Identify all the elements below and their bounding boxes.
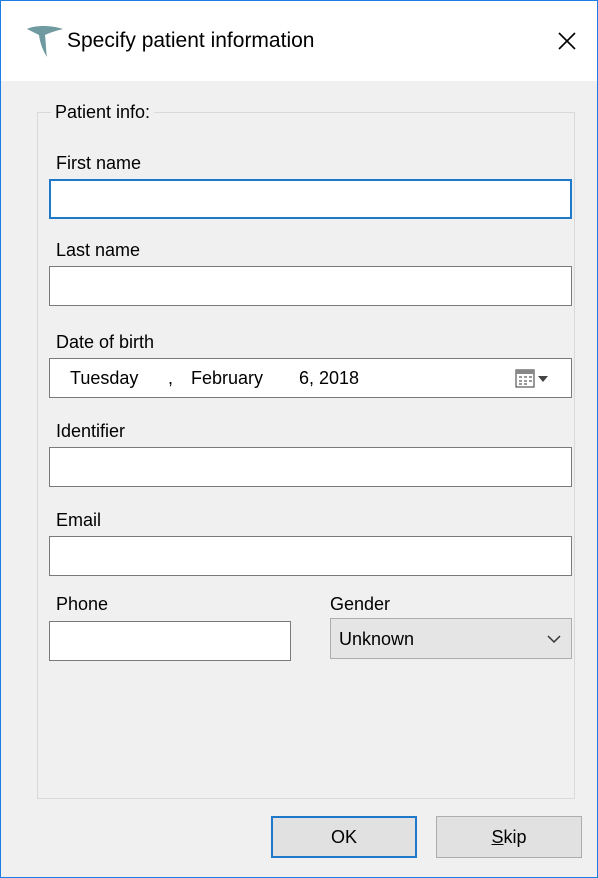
- last-name-input[interactable]: [49, 266, 572, 306]
- calendar-dropdown-icon[interactable]: [514, 367, 554, 391]
- skip-button-label: kip: [503, 826, 527, 847]
- skip-button[interactable]: Skip: [436, 816, 582, 858]
- dob-day-year[interactable]: 6, 2018: [299, 368, 359, 389]
- gender-select[interactable]: Unknown: [330, 618, 572, 659]
- email-input[interactable]: [49, 536, 572, 576]
- dob-separator: ,: [168, 368, 174, 388]
- phone-input[interactable]: [49, 621, 291, 661]
- close-icon: [558, 32, 576, 50]
- first-name-input[interactable]: [49, 179, 572, 219]
- skip-accelerator-letter: S: [491, 826, 504, 847]
- dialog-window: Specify patient information Patient info…: [0, 0, 598, 878]
- dob-month[interactable]: February: [191, 368, 263, 389]
- patient-info-label: Patient info:: [51, 102, 155, 123]
- last-name-label: Last name: [56, 240, 141, 260]
- first-name-label: First name: [56, 153, 142, 173]
- phone-label: Phone: [56, 594, 109, 614]
- email-label: Email: [56, 510, 102, 530]
- date-of-birth-label: Date of birth: [56, 332, 155, 352]
- gender-label: Gender: [330, 594, 391, 614]
- chevron-down-icon: [547, 635, 561, 644]
- identifier-label: Identifier: [56, 421, 126, 441]
- identifier-input[interactable]: [49, 447, 572, 487]
- gender-selected-value: Unknown: [339, 629, 415, 649]
- ok-button[interactable]: OK: [271, 816, 417, 858]
- dob-weekday[interactable]: Tuesday: [70, 368, 138, 389]
- title-bar[interactable]: Specify patient information: [1, 1, 597, 81]
- tooth-logo-icon: [27, 26, 63, 57]
- close-button[interactable]: [537, 1, 597, 81]
- window-title: Specify patient information: [67, 29, 315, 52]
- date-of-birth-picker[interactable]: Tuesday , February 6, 2018: [49, 358, 572, 398]
